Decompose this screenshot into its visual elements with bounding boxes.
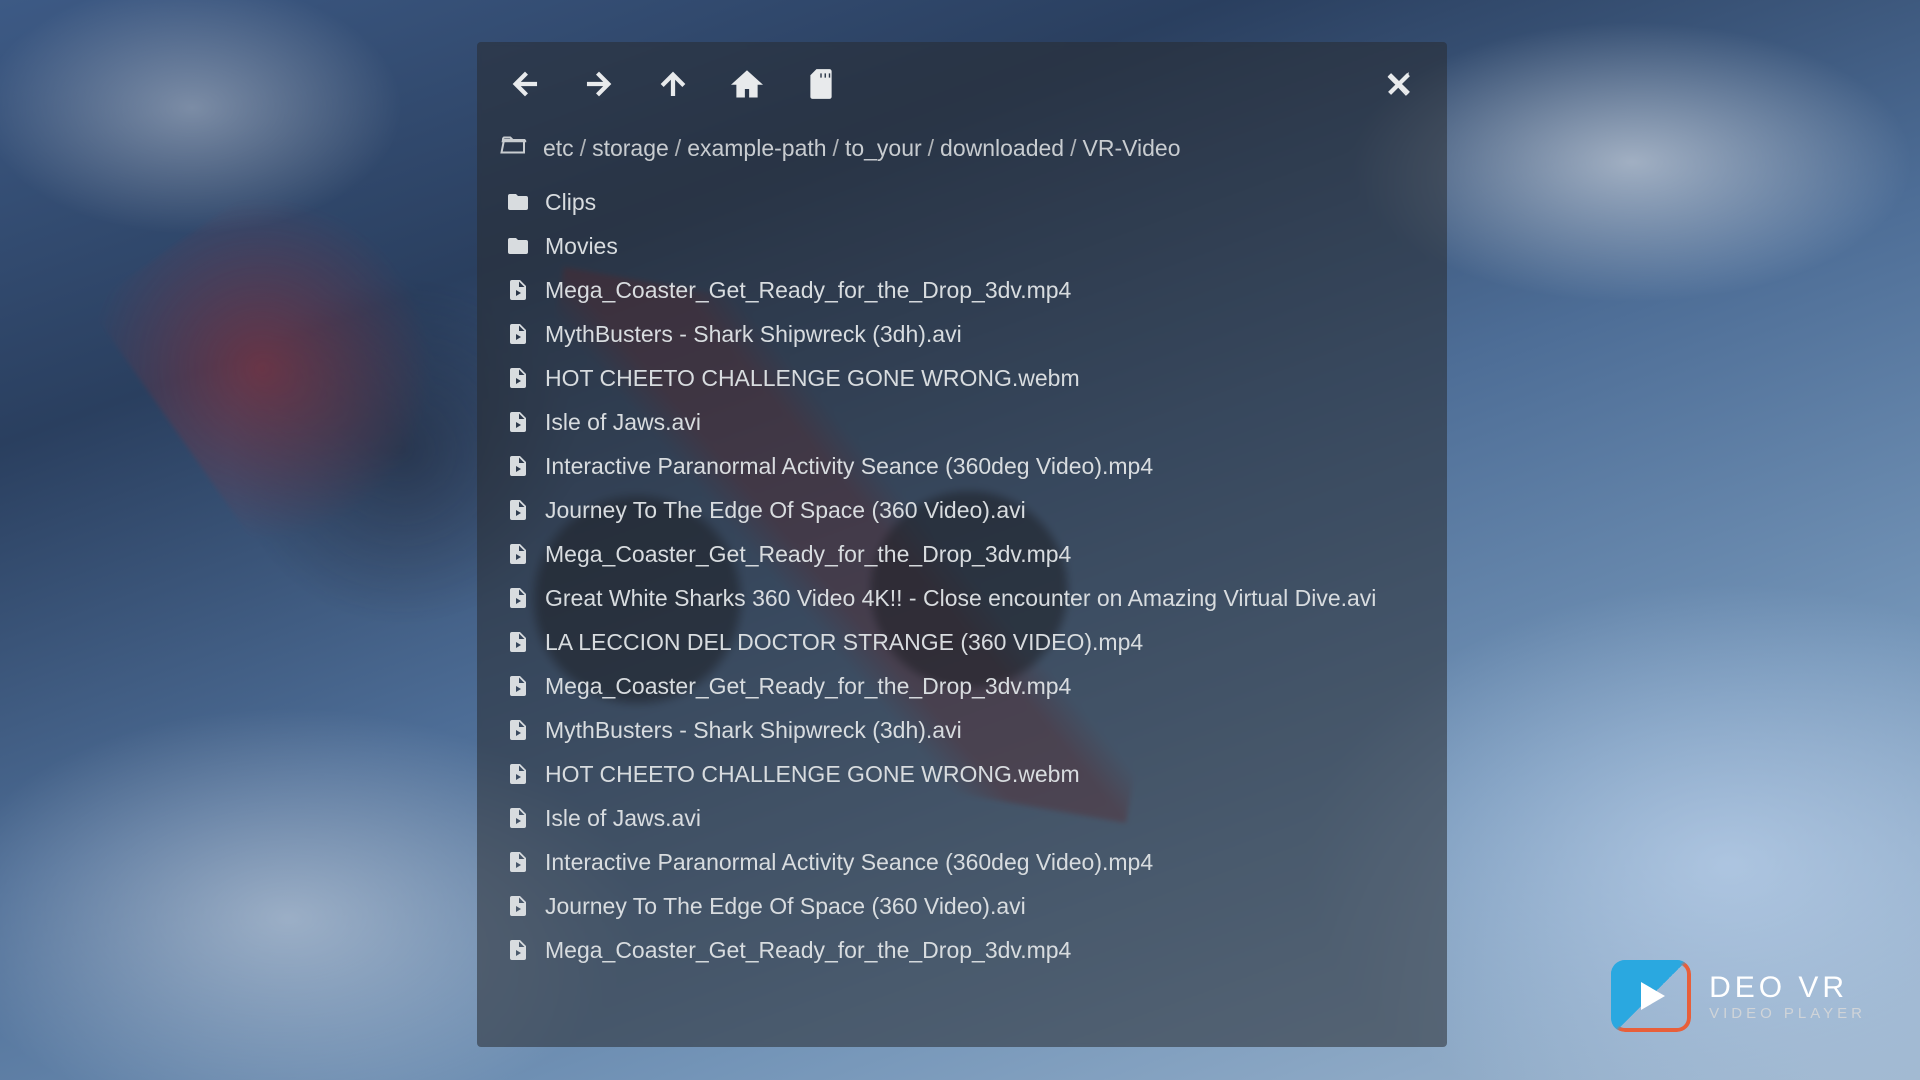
file-name-label: Mega_Coaster_Get_Ready_for_the_Drop_3dv.…	[545, 673, 1071, 700]
video-file-icon	[505, 629, 531, 655]
deovr-logo: DEO VR VIDEO PLAYER	[1611, 960, 1866, 1032]
file-browser-panel: etc/storage/example-path/to_your/downloa…	[477, 42, 1447, 1047]
file-row[interactable]: MythBusters - Shark Shipwreck (3dh).avi	[505, 312, 1425, 356]
file-row[interactable]: Journey To The Edge Of Space (360 Video)…	[505, 488, 1425, 532]
file-row[interactable]: HOT CHEETO CHALLENGE GONE WRONG.webm	[505, 752, 1425, 796]
breadcrumb-segment[interactable]: example-path	[687, 135, 826, 162]
breadcrumb-segment[interactable]: storage	[592, 135, 669, 162]
folder-open-icon	[499, 130, 529, 166]
file-row[interactable]: Mega_Coaster_Get_Ready_for_the_Drop_3dv.…	[505, 268, 1425, 312]
forward-button[interactable]	[579, 64, 619, 104]
breadcrumb-segment[interactable]: etc	[543, 135, 574, 162]
video-file-icon	[505, 277, 531, 303]
video-file-icon	[505, 805, 531, 831]
video-file-icon	[505, 453, 531, 479]
video-file-icon	[505, 497, 531, 523]
folder-row[interactable]: Clips	[505, 180, 1425, 224]
file-name-label: HOT CHEETO CHALLENGE GONE WRONG.webm	[545, 365, 1080, 392]
file-row[interactable]: Great White Sharks 360 Video 4K!! - Clos…	[505, 576, 1425, 620]
file-name-label: Isle of Jaws.avi	[545, 805, 701, 832]
file-name-label: Clips	[545, 189, 596, 216]
breadcrumb-segment[interactable]: VR-Video	[1083, 135, 1181, 162]
video-file-icon	[505, 893, 531, 919]
file-row[interactable]: LA LECCION DEL DOCTOR STRANGE (360 VIDEO…	[505, 620, 1425, 664]
file-name-label: Isle of Jaws.avi	[545, 409, 701, 436]
breadcrumb-separator: /	[1070, 135, 1076, 162]
file-name-label: Interactive Paranormal Activity Seance (…	[545, 849, 1153, 876]
file-name-label: Mega_Coaster_Get_Ready_for_the_Drop_3dv.…	[545, 277, 1071, 304]
folder-row[interactable]: Movies	[505, 224, 1425, 268]
file-name-label: HOT CHEETO CHALLENGE GONE WRONG.webm	[545, 761, 1080, 788]
file-name-label: MythBusters - Shark Shipwreck (3dh).avi	[545, 717, 962, 744]
video-file-icon	[505, 409, 531, 435]
video-file-icon	[505, 365, 531, 391]
up-button[interactable]	[653, 64, 693, 104]
home-button[interactable]	[727, 64, 767, 104]
logo-subtitle: VIDEO PLAYER	[1709, 1005, 1866, 1022]
file-row[interactable]: Mega_Coaster_Get_Ready_for_the_Drop_3dv.…	[505, 928, 1425, 972]
breadcrumb[interactable]: etc/storage/example-path/to_your/downloa…	[543, 135, 1181, 162]
file-name-label: Mega_Coaster_Get_Ready_for_the_Drop_3dv.…	[545, 937, 1071, 964]
toolbar	[477, 42, 1447, 116]
file-name-label: Movies	[545, 233, 618, 260]
video-file-icon	[505, 673, 531, 699]
file-name-label: Journey To The Edge Of Space (360 Video)…	[545, 497, 1026, 524]
video-file-icon	[505, 717, 531, 743]
breadcrumb-segment[interactable]: to_your	[845, 135, 922, 162]
folder-icon	[505, 233, 531, 259]
file-row[interactable]: MythBusters - Shark Shipwreck (3dh).avi	[505, 708, 1425, 752]
file-row[interactable]: Interactive Paranormal Activity Seance (…	[505, 444, 1425, 488]
video-file-icon	[505, 761, 531, 787]
file-name-label: Great White Sharks 360 Video 4K!! - Clos…	[545, 585, 1376, 612]
video-file-icon	[505, 541, 531, 567]
video-file-icon	[505, 321, 531, 347]
file-row[interactable]: Interactive Paranormal Activity Seance (…	[505, 840, 1425, 884]
file-name-label: MythBusters - Shark Shipwreck (3dh).avi	[545, 321, 962, 348]
file-row[interactable]: Mega_Coaster_Get_Ready_for_the_Drop_3dv.…	[505, 664, 1425, 708]
video-file-icon	[505, 585, 531, 611]
file-row[interactable]: Isle of Jaws.avi	[505, 400, 1425, 444]
breadcrumb-separator: /	[928, 135, 934, 162]
breadcrumb-separator: /	[833, 135, 839, 162]
video-file-icon	[505, 937, 531, 963]
video-file-icon	[505, 849, 531, 875]
play-icon	[1611, 960, 1691, 1032]
file-list: Clips Movies Mega_Coaster_Get_Ready_for_th…	[477, 180, 1447, 1047]
file-row[interactable]: Journey To The Edge Of Space (360 Video)…	[505, 884, 1425, 928]
close-button[interactable]	[1379, 64, 1419, 104]
sdcard-button[interactable]	[801, 64, 841, 104]
path-row: etc/storage/example-path/to_your/downloa…	[477, 116, 1447, 180]
folder-icon	[505, 189, 531, 215]
breadcrumb-segment[interactable]: downloaded	[940, 135, 1064, 162]
back-button[interactable]	[505, 64, 545, 104]
breadcrumb-separator: /	[675, 135, 681, 162]
file-name-label: Journey To The Edge Of Space (360 Video)…	[545, 893, 1026, 920]
logo-title: DEO VR	[1709, 971, 1866, 1005]
file-name-label: Mega_Coaster_Get_Ready_for_the_Drop_3dv.…	[545, 541, 1071, 568]
file-row[interactable]: HOT CHEETO CHALLENGE GONE WRONG.webm	[505, 356, 1425, 400]
file-row[interactable]: Isle of Jaws.avi	[505, 796, 1425, 840]
breadcrumb-separator: /	[580, 135, 586, 162]
file-name-label: Interactive Paranormal Activity Seance (…	[545, 453, 1153, 480]
file-row[interactable]: Mega_Coaster_Get_Ready_for_the_Drop_3dv.…	[505, 532, 1425, 576]
file-name-label: LA LECCION DEL DOCTOR STRANGE (360 VIDEO…	[545, 629, 1143, 656]
